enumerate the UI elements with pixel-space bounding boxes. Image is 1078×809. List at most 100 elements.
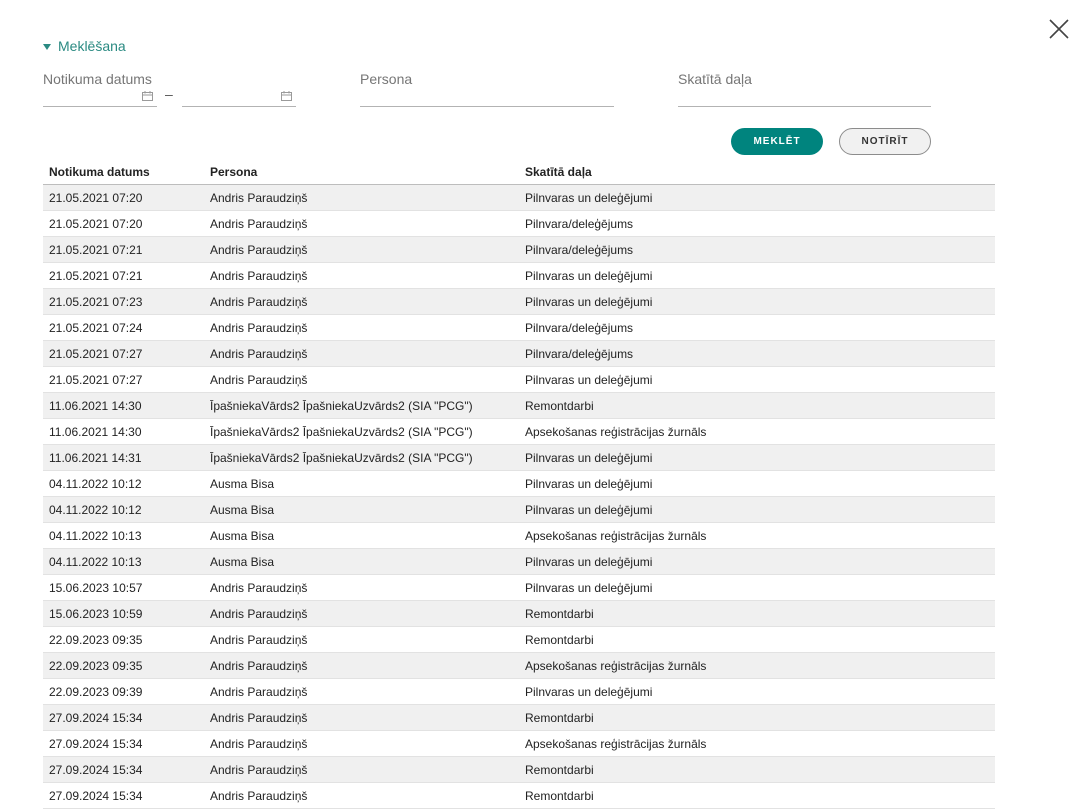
cell-event-date: 27.09.2024 15:34 (43, 782, 204, 809)
viewed-section-label: Skatītā daļa (678, 71, 752, 87)
date-range-separator: – (165, 86, 173, 102)
cell-viewed-section: Pilnvaras un deleģējumi (519, 262, 995, 289)
cell-event-date: 11.06.2021 14:30 (43, 392, 204, 419)
cell-event-date: 21.05.2021 07:21 (43, 236, 204, 263)
cell-person: ĪpašniekaVārds2 ĪpašniekaUzvārds2 (SIA "… (204, 392, 519, 419)
table-row[interactable]: 21.05.2021 07:27 Andris Paraudziņš Pilnvar… (43, 340, 995, 367)
cell-person: Andris Paraudziņš (204, 756, 519, 783)
cell-person: Ausma Bisa (204, 548, 519, 575)
cell-person: Andris Paraudziņš (204, 314, 519, 341)
cell-viewed-section: Remontdarbi (519, 600, 995, 627)
column-header-person[interactable]: Persona (204, 159, 519, 185)
event-date-label: Notikuma datums (43, 71, 152, 87)
person-field[interactable] (360, 86, 614, 107)
cell-event-date: 21.05.2021 07:27 (43, 340, 204, 367)
cell-viewed-section: Pilnvaras un deleģējumi (519, 366, 995, 393)
cell-viewed-section: Pilnvaras un deleģējumi (519, 574, 995, 601)
column-header-viewed-section[interactable]: Skatītā daļa (519, 159, 995, 185)
cell-viewed-section: Pilnvaras un deleģējumi (519, 184, 995, 211)
table-row[interactable]: 22.09.2023 09:35 Andris Paraudziņš Apsekoš… (43, 652, 995, 679)
cell-event-date: 04.11.2022 10:12 (43, 470, 204, 497)
search-toggle[interactable]: Meklēšana (43, 37, 126, 55)
cell-viewed-section: Pilnvaras un deleģējumi (519, 470, 995, 497)
table-row[interactable]: 04.11.2022 10:12 Ausma Bisa Pilnvaras un d… (43, 470, 995, 497)
viewed-section-field[interactable] (678, 86, 931, 107)
table-row[interactable]: 27.09.2024 15:34 Andris Paraudziņš Remontd… (43, 704, 995, 731)
cell-viewed-section: Pilnvara/deleģējums (519, 314, 995, 341)
cell-viewed-section: Pilnvara/deleģējums (519, 340, 995, 367)
cell-event-date: 04.11.2022 10:13 (43, 548, 204, 575)
cell-event-date: 27.09.2024 15:34 (43, 730, 204, 757)
table-row[interactable]: 15.06.2023 10:59 Andris Paraudziņš Remontd… (43, 600, 995, 627)
access-log-table: Notikuma datums Persona Skatītā daļa 21.… (43, 159, 995, 809)
cell-event-date: 21.05.2021 07:24 (43, 314, 204, 341)
date-to-field[interactable] (182, 86, 296, 107)
cell-event-date: 04.11.2022 10:12 (43, 496, 204, 523)
search-button[interactable]: MEKLĒT (731, 128, 823, 155)
table-row[interactable]: 21.05.2021 07:20 Andris Paraudziņš Pilnvar… (43, 210, 995, 237)
cell-viewed-section: Pilnvara/deleģējums (519, 236, 995, 263)
table-row[interactable]: 27.09.2024 15:34 Andris Paraudziņš Apsekoš… (43, 730, 995, 757)
cell-person: Andris Paraudziņš (204, 730, 519, 757)
cell-event-date: 22.09.2023 09:35 (43, 652, 204, 679)
cell-event-date: 21.05.2021 07:20 (43, 184, 204, 211)
cell-person: Andris Paraudziņš (204, 678, 519, 705)
cell-person: Andris Paraudziņš (204, 184, 519, 211)
table-row[interactable]: 21.05.2021 07:23 Andris Paraudziņš Pilnvar… (43, 288, 995, 315)
cell-event-date: 22.09.2023 09:39 (43, 678, 204, 705)
cell-viewed-section: Remontdarbi (519, 782, 995, 809)
table-row[interactable]: 11.06.2021 14:30 ĪpašniekaVārds2 Īpašniek… (43, 418, 995, 445)
cell-viewed-section: Pilnvara/deleģējums (519, 210, 995, 237)
cell-event-date: 11.06.2021 14:30 (43, 418, 204, 445)
cell-person: Andris Paraudziņš (204, 288, 519, 315)
cell-person: Andris Paraudziņš (204, 236, 519, 263)
cell-viewed-section: Remontdarbi (519, 704, 995, 731)
table-row[interactable]: 11.06.2021 14:31 ĪpašniekaVārds2 Īpašniek… (43, 444, 995, 471)
close-button[interactable] (1047, 17, 1071, 41)
date-from-field[interactable] (43, 86, 157, 107)
table-row[interactable]: 04.11.2022 10:13 Ausma Bisa Apsekošanas re… (43, 522, 995, 549)
search-toggle-label: Meklēšana (58, 38, 126, 54)
cell-event-date: 21.05.2021 07:27 (43, 366, 204, 393)
table-row[interactable]: 27.09.2024 15:34 Andris Paraudziņš Remontd… (43, 756, 995, 783)
table-row[interactable]: 22.09.2023 09:35 Andris Paraudziņš Remontd… (43, 626, 995, 653)
table-row[interactable]: 22.09.2023 09:39 Andris Paraudziņš Pilnvar… (43, 678, 995, 705)
calendar-icon[interactable] (281, 91, 292, 101)
calendar-icon[interactable] (142, 91, 153, 101)
table-row[interactable]: 21.05.2021 07:24 Andris Paraudziņš Pilnvar… (43, 314, 995, 341)
cell-viewed-section: Apsekošanas reģistrācijas žurnāls (519, 522, 995, 549)
table-row[interactable]: 04.11.2022 10:13 Ausma Bisa Pilnvaras un d… (43, 548, 995, 575)
table-header-row: Notikuma datums Persona Skatītā daļa (43, 159, 995, 185)
cell-person: Ausma Bisa (204, 470, 519, 497)
cell-person: ĪpašniekaVārds2 ĪpašniekaUzvārds2 (SIA "… (204, 418, 519, 445)
column-header-event-date[interactable]: Notikuma datums (43, 159, 204, 185)
cell-person: Andris Paraudziņš (204, 340, 519, 367)
table-row[interactable]: 21.05.2021 07:21 Andris Paraudziņš Pilnvar… (43, 262, 995, 289)
cell-event-date: 15.06.2023 10:59 (43, 600, 204, 627)
cell-viewed-section: Apsekošanas reģistrācijas žurnāls (519, 730, 995, 757)
cell-person: Andris Paraudziņš (204, 210, 519, 237)
cell-viewed-section: Pilnvaras un deleģējumi (519, 548, 995, 575)
cell-viewed-section: Pilnvaras un deleģējumi (519, 444, 995, 471)
cell-person: Ausma Bisa (204, 522, 519, 549)
cell-person: Andris Paraudziņš (204, 574, 519, 601)
table-row[interactable]: 27.09.2024 15:34 Andris Paraudziņš Remontd… (43, 782, 995, 809)
table-row[interactable]: 04.11.2022 10:12 Ausma Bisa Pilnvaras un d… (43, 496, 995, 523)
cell-event-date: 27.09.2024 15:34 (43, 756, 204, 783)
table-row[interactable]: 21.05.2021 07:27 Andris Paraudziņš Pilnvar… (43, 366, 995, 393)
clear-button[interactable]: NOTĪRĪT (839, 128, 931, 155)
table-row[interactable]: 11.06.2021 14:30 ĪpašniekaVārds2 Īpašniek… (43, 392, 995, 419)
close-icon[interactable] (1047, 17, 1071, 41)
cell-viewed-section: Pilnvaras un deleģējumi (519, 678, 995, 705)
cell-person: Andris Paraudziņš (204, 626, 519, 653)
cell-person: Andris Paraudziņš (204, 652, 519, 679)
cell-event-date: 22.09.2023 09:35 (43, 626, 204, 653)
cell-person: Ausma Bisa (204, 496, 519, 523)
cell-event-date: 15.06.2023 10:57 (43, 574, 204, 601)
cell-viewed-section: Pilnvaras un deleģējumi (519, 288, 995, 315)
table-row[interactable]: 15.06.2023 10:57 Andris Paraudziņš Pilnvar… (43, 574, 995, 601)
table-row[interactable]: 21.05.2021 07:20 Andris Paraudziņš Pilnvar… (43, 184, 995, 211)
cell-person: Andris Paraudziņš (204, 262, 519, 289)
table-row[interactable]: 21.05.2021 07:21 Andris Paraudziņš Pilnvar… (43, 236, 995, 263)
cell-person: Andris Paraudziņš (204, 782, 519, 809)
